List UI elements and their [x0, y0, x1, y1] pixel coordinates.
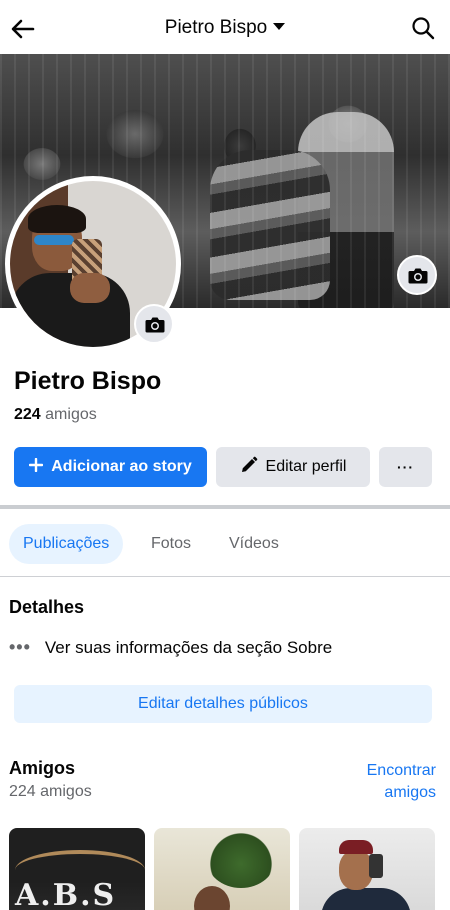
- friend-thumbnail-text: A.B.S: [15, 878, 117, 910]
- friend-thumbnail[interactable]: A.B.S: [9, 828, 145, 910]
- page-title: Pietro Bispo: [164, 17, 268, 38]
- edit-profile-button[interactable]: Editar perfil: [216, 447, 370, 487]
- friends-count[interactable]: 224 amigos: [14, 406, 97, 424]
- profile-name: Pietro Bispo: [14, 367, 162, 395]
- plus-icon: [29, 457, 44, 477]
- friends-suffix: amigos: [45, 406, 97, 423]
- friend-thumbnail[interactable]: [299, 828, 435, 910]
- tab-publicacoes[interactable]: Publicações: [9, 524, 124, 564]
- tab-fotos[interactable]: Fotos: [137, 524, 205, 564]
- more-dots-icon: ···: [397, 459, 414, 475]
- more-options-button[interactable]: ···: [379, 447, 432, 487]
- section-divider: [0, 505, 450, 509]
- find-friends-line2: amigos: [384, 784, 436, 801]
- pencil-icon: [240, 456, 258, 479]
- cover-camera-button[interactable]: [397, 255, 437, 295]
- details-heading: Detalhes: [9, 597, 85, 617]
- add-to-story-label: Adicionar ao story: [51, 458, 192, 475]
- about-link[interactable]: ••• Ver suas informações da seção Sobre: [9, 637, 332, 658]
- friend-thumbnail[interactable]: [154, 828, 290, 910]
- find-friends-link[interactable]: Encontrar amigos: [336, 760, 436, 804]
- camera-icon: [408, 268, 428, 284]
- ellipsis-icon: •••: [9, 637, 31, 657]
- camera-icon: [145, 317, 165, 333]
- about-link-label: Ver suas informações da seção Sobre: [44, 637, 333, 657]
- friends-subcount: 224 amigos: [9, 783, 92, 800]
- edit-public-details-button[interactable]: Editar detalhes públicos: [14, 685, 432, 723]
- profile-switcher[interactable]: Pietro Bispo: [0, 17, 450, 39]
- friends-number: 224: [14, 406, 41, 423]
- friends-heading: Amigos: [9, 758, 76, 778]
- top-bar: Pietro Bispo: [0, 0, 450, 54]
- caret-down-icon: [273, 23, 286, 30]
- tab-videos[interactable]: Vídeos: [215, 524, 293, 564]
- find-friends-line1: Encontrar: [366, 762, 436, 779]
- tabs-divider: [0, 576, 450, 577]
- search-icon[interactable]: [410, 15, 436, 41]
- avatar-camera-button[interactable]: [134, 304, 174, 344]
- edit-profile-label: Editar perfil: [265, 458, 347, 475]
- add-to-story-button[interactable]: Adicionar ao story: [14, 447, 207, 487]
